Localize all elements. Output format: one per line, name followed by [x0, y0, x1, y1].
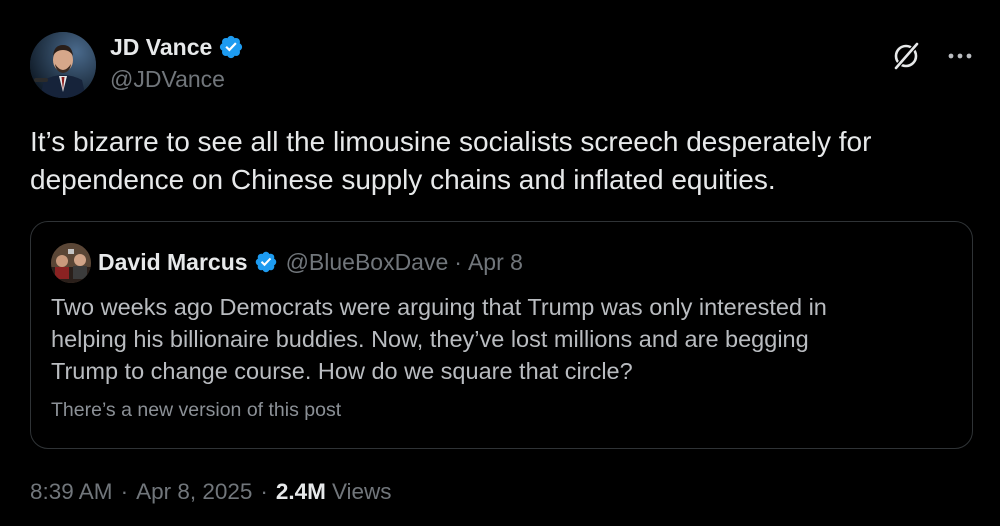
quoted-verified-badge-icon[interactable] — [254, 250, 278, 274]
meta-separator-2: · — [260, 479, 268, 504]
quoted-separator: · — [454, 248, 462, 275]
author-name-row[interactable]: JD Vance — [110, 32, 244, 62]
author-avatar[interactable] — [30, 32, 96, 98]
tweet-date[interactable]: Apr 8, 2025 — [136, 479, 252, 505]
quoted-post-header: David Marcus @BlueBoxDave · Apr 8 — [98, 247, 523, 277]
author-handle[interactable]: @JDVance — [110, 66, 225, 93]
verified-badge-icon[interactable] — [218, 34, 244, 60]
quoted-author-avatar-image — [51, 243, 91, 283]
views-label: Views — [331, 479, 392, 504]
quoted-post-date[interactable]: Apr 8 — [468, 249, 523, 276]
author-avatar-image — [30, 32, 96, 98]
tweet-text: It’s bizarre to see all the limousine so… — [30, 126, 872, 195]
tweet-time[interactable]: 8:39 AM — [30, 479, 113, 505]
tweet: JD Vance @JDVance It’s bizarre to see al… — [0, 0, 1000, 526]
quoted-author-handle[interactable]: @BlueBoxDave — [286, 249, 449, 276]
quoted-post[interactable]: David Marcus @BlueBoxDave · Apr 8 Two we… — [30, 221, 973, 449]
meta-separator: · — [120, 479, 129, 504]
tweet-meta: 8:39 AM · Apr 8, 2025 · 2.4M Views — [30, 479, 392, 505]
quoted-author-avatar[interactable] — [51, 243, 91, 283]
new-version-note[interactable]: There’s a new version of this post — [51, 399, 341, 422]
grok-icon[interactable] — [890, 40, 922, 72]
quoted-author-name[interactable]: David Marcus — [98, 249, 248, 276]
quoted-post-text: Two weeks ago Democrats were arguing tha… — [51, 294, 827, 384]
views-count[interactable]: 2.4M — [276, 479, 326, 505]
more-icon[interactable] — [944, 40, 976, 72]
author-name[interactable]: JD Vance — [110, 34, 212, 61]
